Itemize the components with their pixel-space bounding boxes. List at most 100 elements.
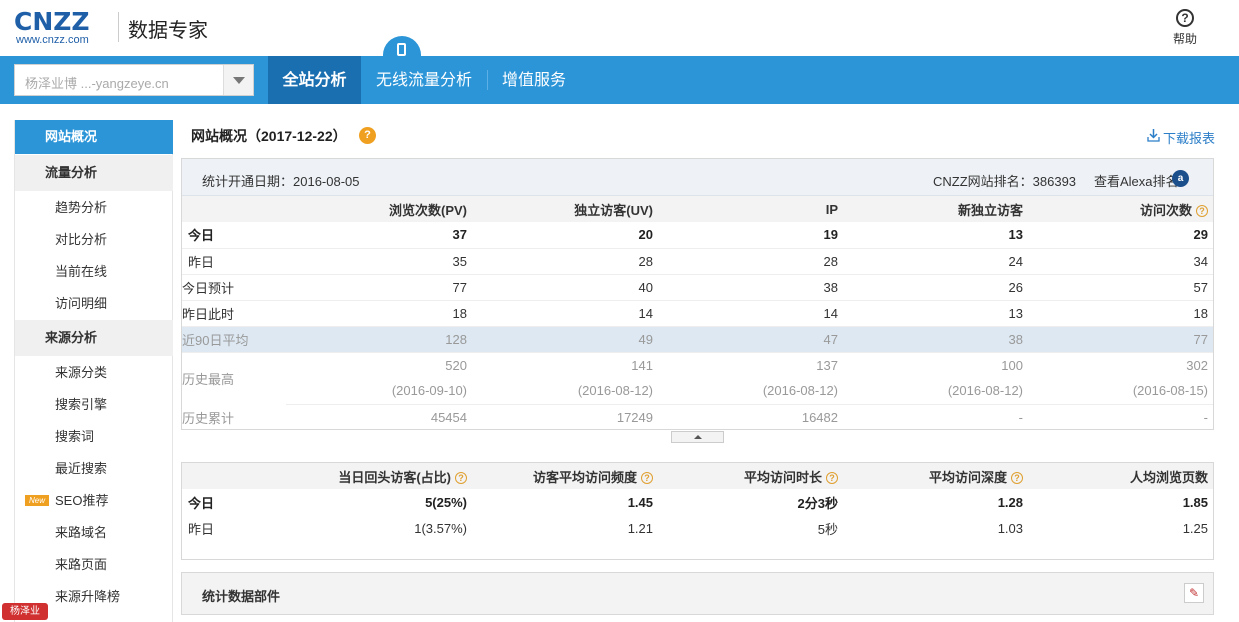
cell: 18 [286, 300, 472, 327]
cell: 16482 [801, 409, 838, 425]
header: CNZZ www.cnzz.com 数据专家 ? 帮助 [0, 0, 1239, 56]
sidebar-head-source[interactable]: 来源分析 [15, 320, 173, 356]
table-header-row: 当日回头访客(占比)? 访客平均访问频度? 平均访问时长? 平均访问深度? 人均… [182, 463, 1213, 489]
sidebar-item-search-engine[interactable]: 搜索引擎 [15, 389, 173, 421]
watermark-stamp: 杨泽业 [2, 603, 48, 620]
info-bar: 统计开通日期：2016-08-05 CNZZ网站排名：386393 查看Alex… [182, 159, 1213, 196]
cell: 45454 [430, 409, 467, 425]
sidebar-item-trend[interactable]: 趋势分析 [15, 192, 173, 224]
sidebar-item-referrer-domain[interactable]: 来路域名 [15, 517, 173, 549]
pin-button[interactable]: ✎ [1184, 583, 1204, 603]
cell: 19 [658, 222, 843, 249]
cell: 34 [1028, 248, 1213, 275]
sidebar-item-overview[interactable]: 网站概况 [15, 120, 173, 154]
help-icon[interactable]: ? [455, 471, 467, 484]
col-header-frequency: 访客平均访问频度? [472, 463, 658, 489]
visitor-quality-table: 当日回头访客(占比)? 访客平均访问频度? 平均访问时长? 平均访问深度? 人均… [182, 463, 1213, 541]
table-row: 历史最高 520 141 137 100 302 [182, 352, 1213, 387]
sidebar: 网站概况 流量分析 趋势分析 对比分析 当前在线 访问明细 来源分析 来源分类 … [14, 120, 173, 622]
row-label: 昨日 [187, 521, 214, 537]
page-title: 网站概况（2017-12-22） [191, 128, 347, 144]
cell: 13 [843, 300, 1028, 327]
cell: (2016-08-15) [1028, 378, 1213, 405]
sidebar-item-recent-search[interactable]: 最近搜索 [15, 453, 173, 485]
pin-icon: ✎ [1189, 586, 1200, 600]
cell: 13 [843, 222, 1028, 249]
row-label: 今日 [182, 222, 286, 249]
col-header: 访客平均访问频度 [532, 469, 637, 485]
table-header-row: 浏览次数(PV) 独立访客(UV) IP 新独立访客 访问次数? [182, 196, 1213, 222]
site-selector[interactable]: 杨泽业博 ...-yangzeye.cn [14, 64, 254, 96]
cell: 24 [843, 248, 1028, 275]
help-icon[interactable]: ? [826, 471, 838, 484]
tab-wireless-traffic[interactable]: 无线流量分析 [361, 56, 487, 104]
logo-url: www.cnzz.com [16, 34, 89, 46]
cell: 520 [445, 357, 467, 373]
col-header: 新独立访客 [843, 196, 1028, 222]
cell: 2分3秒 [797, 495, 838, 511]
site-rank: CNZZ网站排名：386393 [933, 174, 1077, 189]
help-icon[interactable]: ? [1011, 471, 1023, 484]
cell: 38 [843, 326, 1028, 353]
sidebar-item-compare[interactable]: 对比分析 [15, 224, 173, 256]
download-report-link[interactable]: 下载报表 [1163, 128, 1215, 147]
cell: 37 [286, 222, 472, 249]
sidebar-item-online[interactable]: 当前在线 [15, 256, 173, 288]
download-icon[interactable] [1147, 128, 1160, 142]
table-row: (2016-09-10) (2016-08-12) (2016-08-12) (… [182, 378, 1213, 405]
new-badge: New [25, 495, 49, 506]
sidebar-item-visit-detail[interactable]: 访问明细 [15, 288, 173, 320]
col-header: 当日回头访客(占比) [338, 469, 451, 485]
cell: 1(3.57%) [414, 520, 467, 536]
cell: 5(25%) [425, 494, 467, 510]
tab-full-site-analysis[interactable]: 全站分析 [268, 56, 361, 104]
overview-panel: 统计开通日期：2016-08-05 CNZZ网站排名：386393 查看Alex… [181, 158, 1214, 430]
cell: 47 [658, 326, 843, 353]
cell: (2016-08-12) [658, 378, 843, 405]
cell: 28 [658, 248, 843, 275]
mobile-phone-icon [397, 43, 406, 56]
col-header: 平均访问时长 [743, 469, 822, 485]
help-icon[interactable]: ? [359, 127, 376, 144]
row-label: 历史最高 [182, 371, 235, 387]
table-row: 昨日 35 28 28 24 34 [182, 248, 1213, 275]
cell: 128 [286, 326, 472, 353]
col-header: IP [658, 196, 843, 222]
table-header-blank [182, 196, 286, 222]
sidebar-item-seo-label: SEO推荐 [55, 493, 109, 508]
widgets-panel: 统计数据部件 ✎ [181, 572, 1214, 615]
cell: (2016-08-12) [843, 378, 1028, 405]
row-label: 昨日此时 [182, 300, 286, 327]
site-selector-dropdown-button[interactable] [223, 65, 253, 95]
logo-text: CNZZ [14, 7, 90, 36]
table-row: 今日 5(25%) 1.45 2分3秒 1.28 1.85 [182, 489, 1213, 515]
sidebar-item-referrer-page[interactable]: 来路页面 [15, 549, 173, 581]
sidebar-item-seo[interactable]: New SEO推荐 [15, 485, 173, 517]
cell: 77 [286, 274, 472, 301]
col-header: 平均访问深度 [928, 469, 1007, 485]
logo-divider [118, 12, 119, 42]
cell: 77 [1028, 326, 1213, 353]
product-name: 数据专家 [128, 18, 208, 42]
help-icon[interactable]: ? [641, 471, 653, 484]
row-label: 今日预计 [182, 274, 286, 301]
help-button[interactable]: ? 帮助 [1168, 9, 1202, 47]
sidebar-head-traffic[interactable]: 流量分析 [15, 155, 173, 191]
col-header: 浏览次数(PV) [286, 196, 472, 222]
cell: 38 [658, 274, 843, 301]
collapse-toggle[interactable] [671, 431, 724, 443]
tab-value-added-services[interactable]: 增值服务 [488, 56, 580, 104]
cell: 49 [472, 326, 658, 353]
alexa-rank-link[interactable]: 查看Alexa排名 [1094, 171, 1179, 190]
cell: 29 [1028, 222, 1213, 249]
alexa-icon: a [1172, 170, 1189, 187]
cell: 1.28 [997, 494, 1023, 510]
help-icon[interactable]: ? [1196, 204, 1208, 217]
cnzz-logo[interactable]: CNZZ www.cnzz.com [14, 7, 114, 46]
sidebar-item-source-category[interactable]: 来源分类 [15, 357, 173, 389]
sidebar-item-search-terms[interactable]: 搜索词 [15, 421, 173, 453]
row-label: 历史累计 [182, 410, 235, 426]
col-header-duration: 平均访问时长? [658, 463, 843, 489]
cell: 100 [1001, 357, 1023, 373]
cell: 28 [472, 248, 658, 275]
